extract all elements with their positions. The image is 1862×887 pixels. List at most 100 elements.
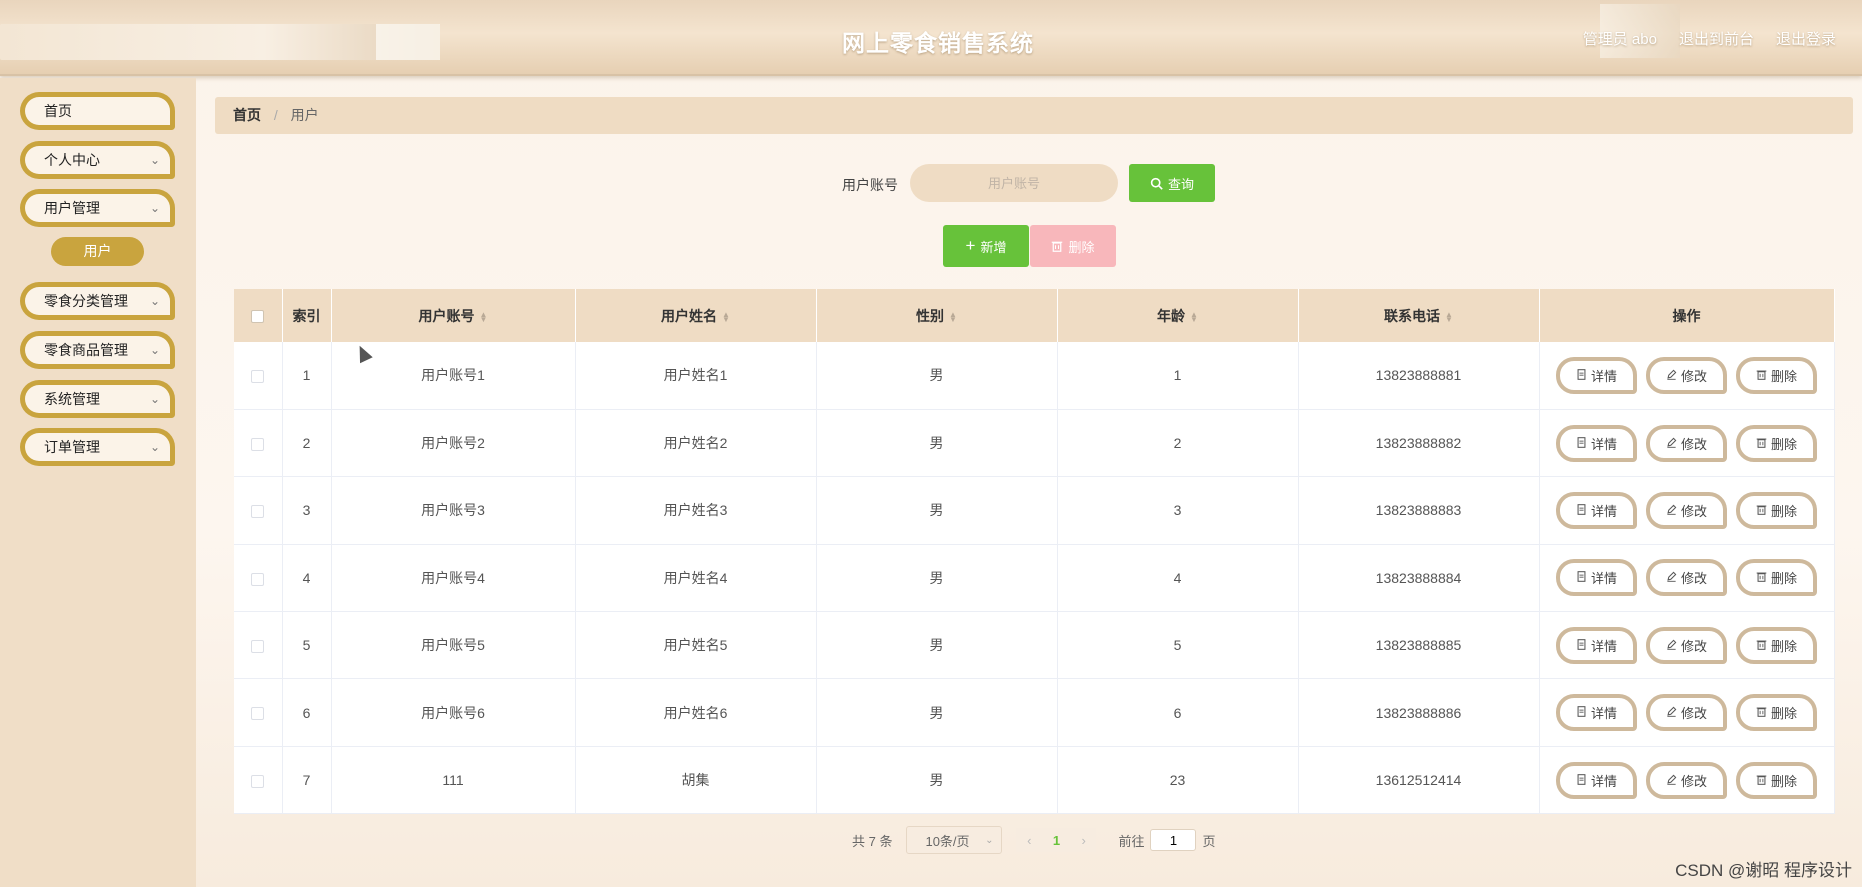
table-row: 2 用户账号2 用户姓名2 男 2 13823888882 详情 修改 删除 — [234, 409, 1835, 478]
account-cell: 用户账号3 — [331, 476, 576, 545]
select-all-checkbox[interactable] — [251, 310, 265, 324]
actions-cell: 详情 修改 删除 — [1539, 678, 1835, 747]
sidebar-item-profile[interactable]: 个人中心 ⌄ — [20, 141, 175, 179]
detail-button[interactable]: 详情 — [1556, 694, 1637, 732]
phone-cell: 13823888885 — [1298, 611, 1540, 680]
sort-icon[interactable]: ▲ ▼ — [949, 310, 957, 323]
column-header-phone[interactable]: 联系电话 ▲ ▼ — [1298, 289, 1540, 342]
add-button[interactable]: + 新增 — [943, 225, 1029, 267]
age-cell: 6 — [1057, 678, 1299, 747]
detail-button[interactable]: 详情 — [1556, 626, 1637, 664]
sidebar: 首页 个人中心 ⌄ 用户管理 ⌄ 用户 零食分类管理 ⌄ 零食商品管理 ⌄ 系统… — [0, 78, 196, 887]
sidebar-item-system[interactable]: 系统管理 ⌄ — [20, 380, 175, 418]
actions-cell: 详情 修改 删除 — [1539, 342, 1835, 410]
column-header-actions: 操作 — [1539, 289, 1835, 342]
sidebar-item-snack-category[interactable]: 零食分类管理 ⌄ — [20, 282, 175, 320]
sort-icon[interactable]: ▲ ▼ — [480, 310, 488, 323]
detail-button[interactable]: 详情 — [1556, 491, 1637, 529]
chevron-down-icon: ⌄ — [149, 440, 160, 454]
search-button[interactable]: 查询 — [1129, 164, 1215, 202]
actions-cell: 详情 修改 删除 — [1539, 746, 1835, 815]
batch-delete-button[interactable]: 删除 — [1030, 225, 1116, 267]
column-header-account[interactable]: 用户账号 ▲ ▼ — [331, 289, 576, 342]
age-cell: 1 — [1057, 342, 1299, 410]
back-to-front-link[interactable]: 退出到前台 — [1679, 28, 1754, 49]
sort-icon[interactable]: ▲ ▼ — [722, 310, 730, 323]
chevron-down-icon: ⌄ — [149, 201, 160, 215]
name-cell: 胡集 — [575, 746, 817, 815]
sidebar-item-label: 零食分类管理 — [44, 293, 128, 309]
gender-cell: 男 — [816, 544, 1058, 613]
edit-icon — [1666, 773, 1677, 788]
delete-button[interactable]: 删除 — [1736, 761, 1817, 799]
search-input[interactable] — [910, 164, 1118, 202]
row-select-cell — [234, 342, 283, 410]
edit-icon — [1666, 570, 1677, 585]
detail-button[interactable]: 详情 — [1556, 761, 1637, 799]
row-checkbox[interactable] — [251, 437, 265, 451]
account-cell: 111 — [331, 746, 576, 815]
row-checkbox[interactable] — [251, 505, 265, 519]
column-header-age[interactable]: 年龄 ▲ ▼ — [1057, 289, 1299, 342]
row-checkbox[interactable] — [251, 640, 265, 654]
sidebar-subitem-users[interactable]: 用户 — [51, 237, 144, 266]
table-row: 5 用户账号5 用户姓名5 男 5 13823888885 详情 修改 删除 — [234, 611, 1835, 680]
detail-button[interactable]: 详情 — [1556, 559, 1637, 597]
detail-button[interactable]: 详情 — [1556, 424, 1637, 462]
sidebar-item-home[interactable]: 首页 — [20, 92, 175, 130]
table-row: 7 111 胡集男 23 13612512414 详情 修改 删除 — [234, 746, 1835, 815]
breadcrumb-separator: / — [273, 107, 278, 123]
age-cell: 5 — [1057, 611, 1299, 680]
phone-cell: 13823888886 — [1298, 678, 1540, 747]
phone-cell: 13823888884 — [1298, 544, 1540, 613]
row-select-cell — [234, 611, 283, 680]
prev-page-icon[interactable]: ‹ — [1027, 833, 1031, 848]
delete-button[interactable]: 删除 — [1736, 694, 1817, 732]
trash-icon — [1756, 705, 1767, 720]
detail-icon — [1576, 436, 1587, 451]
row-checkbox[interactable] — [251, 572, 265, 586]
detail-icon — [1576, 705, 1587, 720]
sidebar-item-orders[interactable]: 订单管理 ⌄ — [20, 428, 175, 466]
next-page-icon[interactable]: › — [1081, 833, 1085, 848]
sidebar-item-user-management[interactable]: 用户管理 ⌄ — [20, 189, 175, 227]
chevron-down-icon: ⌄ — [149, 343, 160, 357]
search-label: 用户账号 — [842, 177, 898, 193]
column-header-index: 索引 — [282, 289, 332, 342]
edit-button[interactable]: 修改 — [1646, 761, 1727, 799]
sort-icon[interactable]: ▲ ▼ — [1190, 310, 1198, 323]
phone-cell: 13823888883 — [1298, 476, 1540, 545]
chevron-down-icon: ⌄ — [149, 153, 160, 167]
detail-button[interactable]: 详情 — [1556, 356, 1637, 394]
column-header-name[interactable]: 用户姓名 ▲ ▼ — [575, 289, 817, 342]
edit-button[interactable]: 修改 — [1646, 626, 1727, 664]
edit-button[interactable]: 修改 — [1646, 559, 1727, 597]
delete-button[interactable]: 删除 — [1736, 491, 1817, 529]
goto-page-input[interactable] — [1150, 829, 1197, 851]
account-cell: 用户账号6 — [331, 678, 576, 747]
row-checkbox[interactable] — [251, 370, 265, 384]
actions-cell: 详情 修改 删除 — [1539, 409, 1835, 478]
column-header-gender[interactable]: 性别 ▲ ▼ — [816, 289, 1058, 342]
edit-button[interactable]: 修改 — [1646, 694, 1727, 732]
admin-user-label[interactable]: 管理员 abo — [1583, 28, 1657, 49]
trash-icon — [1756, 436, 1767, 451]
delete-button[interactable]: 删除 — [1736, 559, 1817, 597]
row-checkbox[interactable] — [251, 774, 265, 788]
row-checkbox[interactable] — [251, 707, 265, 721]
edit-button[interactable]: 修改 — [1646, 491, 1727, 529]
trash-icon — [1052, 241, 1063, 252]
logout-link[interactable]: 退出登录 — [1776, 28, 1836, 49]
edit-button[interactable]: 修改 — [1646, 424, 1727, 462]
account-cell: 用户账号5 — [331, 611, 576, 680]
sort-icon[interactable]: ▲ ▼ — [1445, 310, 1453, 323]
delete-button[interactable]: 删除 — [1736, 356, 1817, 394]
sidebar-item-snack-products[interactable]: 零食商品管理 ⌄ — [20, 331, 175, 369]
chevron-down-icon: ⌄ — [985, 834, 994, 846]
delete-button[interactable]: 删除 — [1736, 424, 1817, 462]
breadcrumb-home[interactable]: 首页 — [233, 107, 261, 123]
current-page[interactable]: 1 — [1053, 833, 1060, 848]
edit-button[interactable]: 修改 — [1646, 356, 1727, 394]
page-size-select[interactable]: 10条/页 ⌄ — [906, 826, 1003, 854]
delete-button[interactable]: 删除 — [1736, 626, 1817, 664]
